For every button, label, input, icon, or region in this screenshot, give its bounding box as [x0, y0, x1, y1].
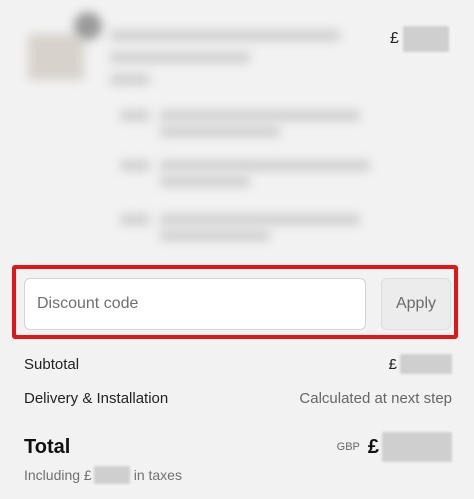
apply-discount-button[interactable]: Apply [381, 278, 451, 330]
option-value-redacted [160, 160, 370, 171]
tax-prefix: Including £ [24, 467, 92, 483]
option-value-redacted [160, 110, 360, 121]
option-label-redacted [120, 160, 150, 171]
product-thumbnail [28, 34, 84, 80]
total-label: Total [24, 435, 71, 458]
option-value-redacted [160, 230, 270, 241]
product-variant-redacted [110, 74, 150, 85]
total-row: Total GBP £ [24, 430, 452, 464]
option-label-redacted [120, 110, 150, 121]
discount-code-input[interactable] [24, 278, 366, 330]
delivery-row: Delivery & Installation Calculated at ne… [24, 386, 452, 410]
total-amount: GBP £ [337, 432, 452, 462]
tax-suffix: in taxes [133, 467, 182, 483]
delivery-value: Calculated at next step [299, 389, 452, 407]
tax-note: Including £ in taxes [24, 466, 182, 484]
quantity-badge [74, 12, 102, 40]
currency-code: GBP [336, 441, 360, 453]
delivery-label: Delivery & Installation [24, 389, 169, 407]
redacted-amount [400, 354, 452, 374]
redacted-amount [382, 432, 452, 462]
subtotal-row: Subtotal £ [24, 352, 452, 376]
redacted-amount [93, 466, 130, 484]
option-label-redacted [120, 214, 150, 225]
subtotal-amount: £ [389, 354, 452, 374]
product-title-redacted [110, 30, 340, 41]
currency-symbol: £ [367, 435, 379, 458]
order-line-item-blurred: £ [0, 0, 474, 262]
redacted-amount [402, 26, 449, 52]
currency-symbol: £ [388, 355, 397, 373]
product-title-redacted [110, 52, 250, 63]
currency-symbol: £ [390, 30, 399, 47]
option-value-redacted [160, 214, 360, 225]
subtotal-label: Subtotal [24, 355, 80, 373]
option-value-redacted [160, 176, 250, 187]
line-item-price: £ [390, 26, 449, 52]
option-value-redacted [160, 126, 280, 137]
